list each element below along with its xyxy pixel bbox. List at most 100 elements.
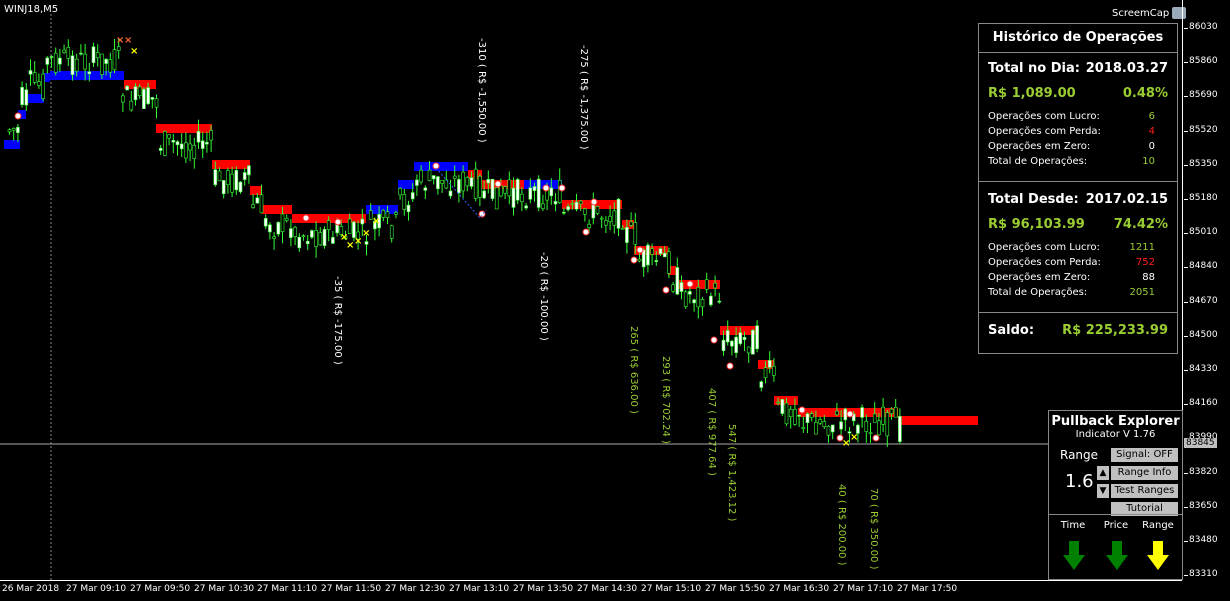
price-tick: 84840 — [1184, 261, 1230, 271]
candle-body — [238, 181, 243, 193]
trade-marker — [542, 184, 550, 192]
candle-body — [150, 97, 155, 100]
trade-marker — [872, 434, 880, 442]
stat-label: Operações com Perda: — [988, 126, 1101, 137]
candle-body — [746, 346, 751, 354]
candle-body — [331, 237, 335, 244]
trade-marker — [726, 362, 734, 370]
candle-body — [234, 170, 239, 191]
stat-row: Operações em Zero: 0 — [979, 139, 1177, 154]
trend-band-segment — [898, 416, 978, 425]
candle-body — [499, 185, 503, 197]
candle-body — [83, 53, 87, 70]
candle-body — [58, 57, 62, 65]
time-tick: 27 Mar 13:50 — [513, 584, 574, 594]
candle-body — [293, 226, 297, 237]
candle-body — [549, 187, 554, 197]
trade-result-label: 407 ( R$ 977.64 ) — [706, 388, 717, 476]
stat-row: Operações com Lucro: 1211 — [979, 240, 1177, 255]
candle-body — [830, 424, 835, 433]
day-money: R$ 1,089.00 — [988, 86, 1076, 101]
candle-body — [520, 193, 524, 203]
candle-body — [662, 252, 667, 258]
signal-button[interactable]: Signal: OFF — [1111, 448, 1178, 462]
candle-body — [457, 179, 461, 194]
signal-cross-icon: × — [130, 46, 138, 57]
price-tick: 85010 — [1184, 227, 1230, 237]
candle-body — [167, 134, 171, 139]
trend-band-segment — [212, 160, 220, 169]
candle-body — [776, 401, 780, 404]
since-money: R$ 96,103.99 — [988, 217, 1085, 232]
candle-body — [620, 228, 625, 230]
price-down-arrow-icon — [1106, 541, 1128, 570]
candle-body — [507, 179, 512, 197]
candle-body — [154, 98, 159, 108]
stat-row: Total de Operações: 2051 — [979, 285, 1177, 300]
candle-body — [788, 408, 793, 418]
candle-body — [108, 59, 113, 73]
trend-band-segment — [44, 73, 50, 82]
candle-body — [251, 204, 255, 208]
stat-value: 752 — [1135, 257, 1155, 268]
candle-body — [515, 179, 520, 201]
candle-body — [738, 332, 743, 344]
candle-body — [709, 295, 713, 306]
candle-body — [843, 408, 848, 421]
range-value: 1.6 — [1065, 471, 1094, 492]
candle-body — [557, 179, 562, 203]
candle-body — [226, 170, 230, 186]
trade-marker — [558, 184, 566, 192]
price-tick: 86030 — [1184, 22, 1230, 32]
candle-body — [566, 206, 570, 211]
day-pct: 0.48% — [1122, 86, 1168, 101]
range-down-button[interactable]: ▼ — [1097, 484, 1109, 498]
time-tick: 27 Mar 12:30 — [385, 584, 446, 594]
price-tick: 85350 — [1184, 159, 1230, 169]
range-label: Range — [1060, 448, 1099, 462]
candle-body — [541, 203, 545, 209]
candle-body — [587, 223, 591, 228]
time-axis: 26 Mar 2018 27 Mar 09:10 27 Mar 09:50 27 Ma… — [0, 580, 1182, 601]
candle-body — [742, 336, 747, 340]
candle-body — [604, 220, 608, 226]
trade-result-label: -275 ( R$ -1,375.00 ) — [578, 45, 589, 150]
candle-body — [133, 86, 138, 101]
symbol-label: WINJ18,M5 — [4, 4, 59, 15]
screencap-label: ScreemCap — [1112, 7, 1170, 19]
candle-body — [860, 407, 864, 418]
trend-band-segment — [220, 160, 250, 169]
candle-body — [32, 72, 37, 83]
screencap-button[interactable]: ScreemCap — [1112, 7, 1187, 19]
trade-marker — [686, 280, 694, 288]
candle-body — [591, 203, 596, 219]
range-info-button[interactable]: Range Info — [1111, 466, 1178, 480]
trade-marker — [662, 286, 670, 294]
range-up-button[interactable]: ▲ — [1097, 466, 1109, 480]
candle-body — [385, 211, 390, 219]
candle-body — [889, 408, 894, 414]
time-tick: 27 Mar 16:30 — [769, 584, 830, 594]
candle-body — [675, 267, 680, 295]
candle-body — [20, 86, 24, 106]
candle-body — [574, 201, 579, 210]
candle-body — [872, 413, 877, 423]
price-tick: 84330 — [1184, 364, 1230, 374]
test-ranges-button[interactable]: Test Ranges — [1111, 484, 1178, 498]
history-panel: Histórico de Operações Total no Dia: 201… — [978, 23, 1178, 354]
candle-body — [658, 248, 663, 255]
candle-body — [406, 204, 411, 213]
candle-body — [389, 225, 394, 239]
candle-body — [45, 57, 50, 65]
price-tick: 83310 — [1184, 569, 1230, 579]
trade-marker — [636, 246, 644, 254]
since-header: Total Desde: 2017.02.15 — [979, 192, 1177, 207]
time-tick: 27 Mar 17:10 — [833, 584, 894, 594]
saldo-value: R$ 225,233.99 — [1062, 323, 1168, 338]
candle-body — [192, 145, 197, 159]
candle-body — [654, 260, 659, 262]
trend-band-segment — [262, 205, 292, 214]
stat-value: 88 — [1142, 272, 1155, 283]
signal-cross-icon: × — [124, 35, 132, 46]
candle-body — [53, 52, 58, 73]
